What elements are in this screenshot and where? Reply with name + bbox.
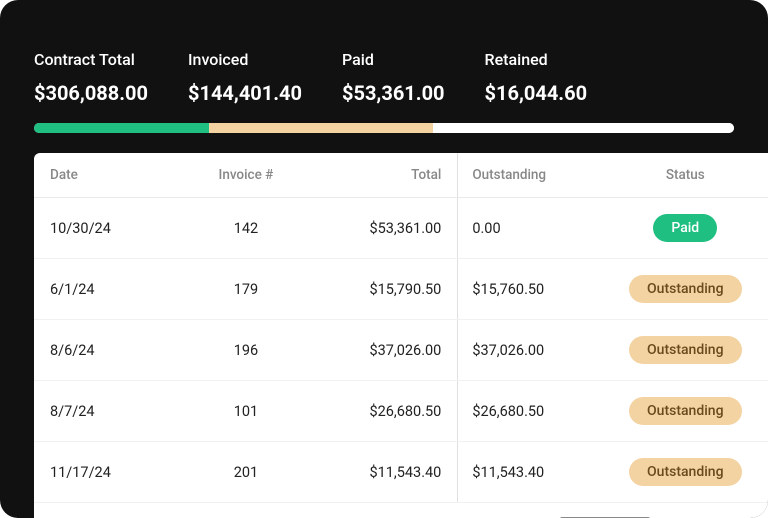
metric-label: Paid <box>342 50 445 69</box>
metric-value: $306,088.00 <box>34 81 148 105</box>
cell-invoice: 179 <box>179 259 313 320</box>
metric-value: $53,361.00 <box>342 81 445 105</box>
table-header-row: Date Invoice # Total Outstanding Status <box>34 153 768 198</box>
cell-status: Outstanding <box>603 381 768 442</box>
col-header-invoice[interactable]: Invoice # <box>179 153 313 198</box>
cell-date: 8/7/24 <box>34 381 179 442</box>
col-header-total[interactable]: Total <box>313 153 458 198</box>
invoice-table: Date Invoice # Total Outstanding Status … <box>34 153 768 503</box>
progress-remaining-segment <box>433 123 734 133</box>
cell-outstanding: 0.00 <box>458 198 603 259</box>
cell-total: $37,026.00 <box>313 320 458 381</box>
metric-contract-total: Contract Total $306,088.00 <box>34 50 148 105</box>
metric-label: Invoiced <box>188 50 302 69</box>
cell-outstanding: $26,680.50 <box>458 381 603 442</box>
table-row[interactable]: 8/6/24196$37,026.00$37,026.00Outstanding <box>34 320 768 381</box>
table-row[interactable]: 6/1/24179$15,790.50$15,760.50 Outstanding <box>34 259 768 320</box>
status-badge: Outstanding <box>629 397 742 425</box>
status-badge: Paid <box>653 214 717 242</box>
table-row[interactable]: 8/7/24101$26,680.50$26,680.50Outstanding <box>34 381 768 442</box>
cell-status: Paid <box>603 198 768 259</box>
table-row[interactable]: 11/17/24201$11,543.40$11,543.40Outstandi… <box>34 442 768 503</box>
cell-status: Outstanding <box>603 442 768 503</box>
metric-label: Retained <box>485 50 588 69</box>
metric-paid: Paid $53,361.00 <box>342 50 445 105</box>
cell-total: $26,680.50 <box>313 381 458 442</box>
cell-outstanding: $15,760.50 <box>458 259 603 320</box>
cell-total: $15,790.50 <box>313 259 458 320</box>
progress-bar <box>34 123 734 133</box>
progress-invoiced-segment <box>209 123 433 133</box>
cell-outstanding: $11,543.40 <box>458 442 603 503</box>
cell-date: 6/1/24 <box>34 259 179 320</box>
cell-total: $11,543.40 <box>313 442 458 503</box>
metric-value: $16,044.60 <box>485 81 588 105</box>
cell-outstanding: $37,026.00 <box>458 320 603 381</box>
cell-status: Outstanding <box>603 320 768 381</box>
progress-paid-segment <box>34 123 209 133</box>
col-header-status[interactable]: Status <box>603 153 768 198</box>
summary-row: Contract Total $306,088.00 Invoiced $144… <box>0 0 768 123</box>
metric-value: $144,401.40 <box>188 81 302 105</box>
col-header-outstanding[interactable]: Outstanding <box>458 153 603 198</box>
cell-date: 10/30/24 <box>34 198 179 259</box>
status-badge: Outstanding <box>629 275 742 303</box>
cell-date: 11/17/24 <box>34 442 179 503</box>
cell-date: 8/6/24 <box>34 320 179 381</box>
table-pagination: Items per page: 1 - 5 of 5 <box>34 503 768 518</box>
cell-status: Outstanding <box>603 259 768 320</box>
metric-retained: Retained $16,044.60 <box>485 50 588 105</box>
cell-invoice: 101 <box>179 381 313 442</box>
col-header-date[interactable]: Date <box>34 153 179 198</box>
cell-invoice: 201 <box>179 442 313 503</box>
contract-panel: Contract Total $306,088.00 Invoiced $144… <box>0 0 768 518</box>
cell-invoice: 196 <box>179 320 313 381</box>
cell-invoice: 142 <box>179 198 313 259</box>
status-badge: Outstanding <box>629 336 742 364</box>
status-badge: Outstanding <box>629 458 742 486</box>
invoice-table-card: Date Invoice # Total Outstanding Status … <box>34 153 768 518</box>
cell-total: $53,361.00 <box>313 198 458 259</box>
metric-invoiced: Invoiced $144,401.40 <box>188 50 302 105</box>
metric-label: Contract Total <box>34 50 148 69</box>
table-row[interactable]: 10/30/24142$53,361.000.00 Paid <box>34 198 768 259</box>
